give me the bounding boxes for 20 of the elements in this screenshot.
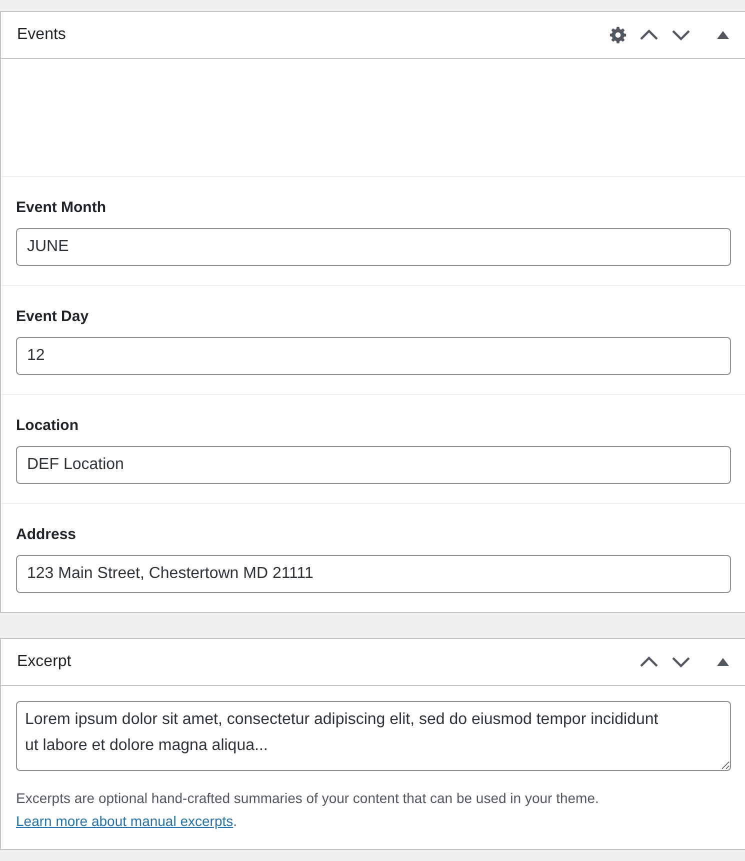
help-text: Excerpts are optional hand-crafted summaries of your content that can be used in your theme. Learn more about manual excerpts. <box>16 789 600 831</box>
chevron-down-icon[interactable] <box>671 656 691 668</box>
text-field[interactable]: 123 Main Street, Chestertown MD 21111 <box>16 555 731 593</box>
panel-title: Excerpt <box>17 653 72 671</box>
field-label: Address <box>16 526 78 544</box>
field-label: Location <box>16 417 80 435</box>
collapse-triangle-icon[interactable] <box>717 31 729 39</box>
chevron-up-icon[interactable] <box>639 29 659 41</box>
text-field[interactable]: JUNE <box>16 228 731 266</box>
text-field[interactable]: 12 <box>16 337 731 375</box>
chevron-down-icon[interactable] <box>671 29 691 41</box>
text-field[interactable]: DEF Location <box>16 446 731 484</box>
field-label: Event Day <box>16 308 90 326</box>
excerpt-textarea[interactable]: Lorem ipsum dolor sit amet, consectetur adipiscing elit, sed do eiusmod tempor incididunt ut labore et dolore magna aliqua... <box>16 701 731 771</box>
settings-icon[interactable] <box>609 26 627 44</box>
chevron-up-icon[interactable] <box>639 656 659 668</box>
collapse-triangle-icon[interactable] <box>717 658 729 666</box>
learn-more-link[interactable]: Learn more about manual excerpts <box>16 813 234 829</box>
panel-title: Events <box>17 26 67 44</box>
field-label: Event Month <box>16 199 107 217</box>
